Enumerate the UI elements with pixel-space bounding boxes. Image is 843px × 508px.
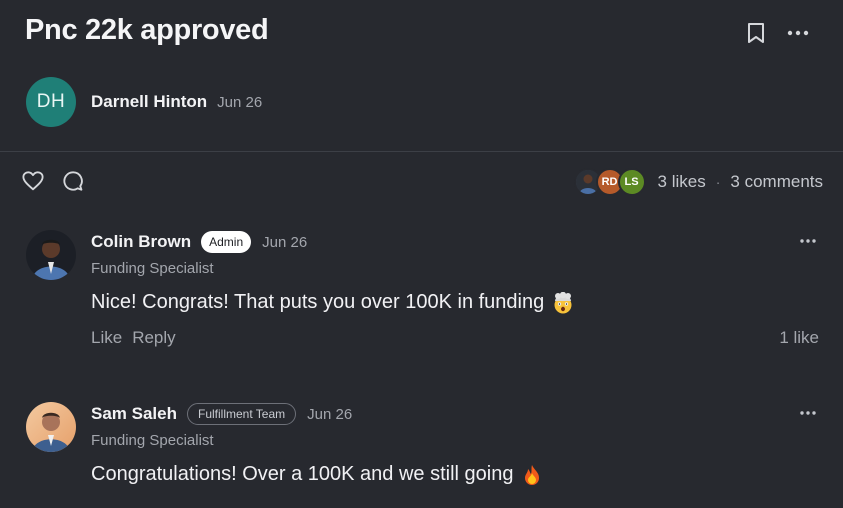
- bookmark-icon[interactable]: [745, 22, 767, 44]
- more-options-icon[interactable]: [797, 230, 819, 252]
- fire-icon: [521, 464, 543, 486]
- commenter-role: Funding Specialist: [91, 432, 214, 449]
- likes-count[interactable]: 3 likes: [658, 172, 706, 192]
- comment-text: Congratulations! Over a 100K and we stil…: [91, 463, 514, 485]
- comment-date: Jun 26: [307, 405, 353, 423]
- comment-text: Nice! Congrats! That puts you over 100K …: [91, 291, 545, 313]
- role-badge: Admin: [201, 231, 252, 253]
- role-badge: Fulfillment Team: [187, 403, 297, 425]
- comment-actions: Like Reply 1 like: [91, 328, 823, 348]
- commenter-name[interactable]: Sam Saleh: [91, 404, 177, 424]
- reaction-bar: [22, 170, 84, 192]
- commenter-role: Funding Specialist: [91, 260, 214, 277]
- comment-date: Jun 26: [262, 233, 308, 251]
- post-date: Jun 26: [217, 93, 263, 111]
- post-title: Pnc 22k approved: [25, 14, 269, 46]
- avatar[interactable]: [26, 230, 76, 280]
- avatar: LS: [617, 168, 646, 196]
- exploding-head-icon: [552, 291, 574, 314]
- divider: [0, 151, 843, 152]
- comment-icon[interactable]: [62, 170, 84, 192]
- post-author: DH Darnell Hinton Jun 26: [26, 77, 262, 127]
- reply-button[interactable]: Reply: [132, 328, 175, 348]
- post-actions: [745, 22, 809, 44]
- comment-text-row: Nice! Congrats! That puts you over 100K …: [91, 291, 823, 314]
- comment-text-row: Congratulations! Over a 100K and we stil…: [91, 463, 823, 486]
- separator: ·: [715, 174, 721, 190]
- liker-avatars[interactable]: RD LS: [573, 168, 646, 196]
- comment-likes-count[interactable]: 1 like: [779, 328, 819, 348]
- comments-count[interactable]: 3 comments: [730, 172, 823, 192]
- commenter-name[interactable]: Colin Brown: [91, 232, 191, 252]
- heart-icon[interactable]: [22, 170, 44, 192]
- avatar[interactable]: [26, 402, 76, 452]
- post-stats: RD LS 3 likes · 3 comments: [573, 168, 823, 196]
- author-name[interactable]: Darnell Hinton: [91, 92, 207, 112]
- more-options-icon[interactable]: [797, 402, 819, 424]
- like-button[interactable]: Like: [91, 328, 122, 348]
- author-avatar[interactable]: DH: [26, 77, 76, 127]
- more-options-icon[interactable]: [787, 22, 809, 44]
